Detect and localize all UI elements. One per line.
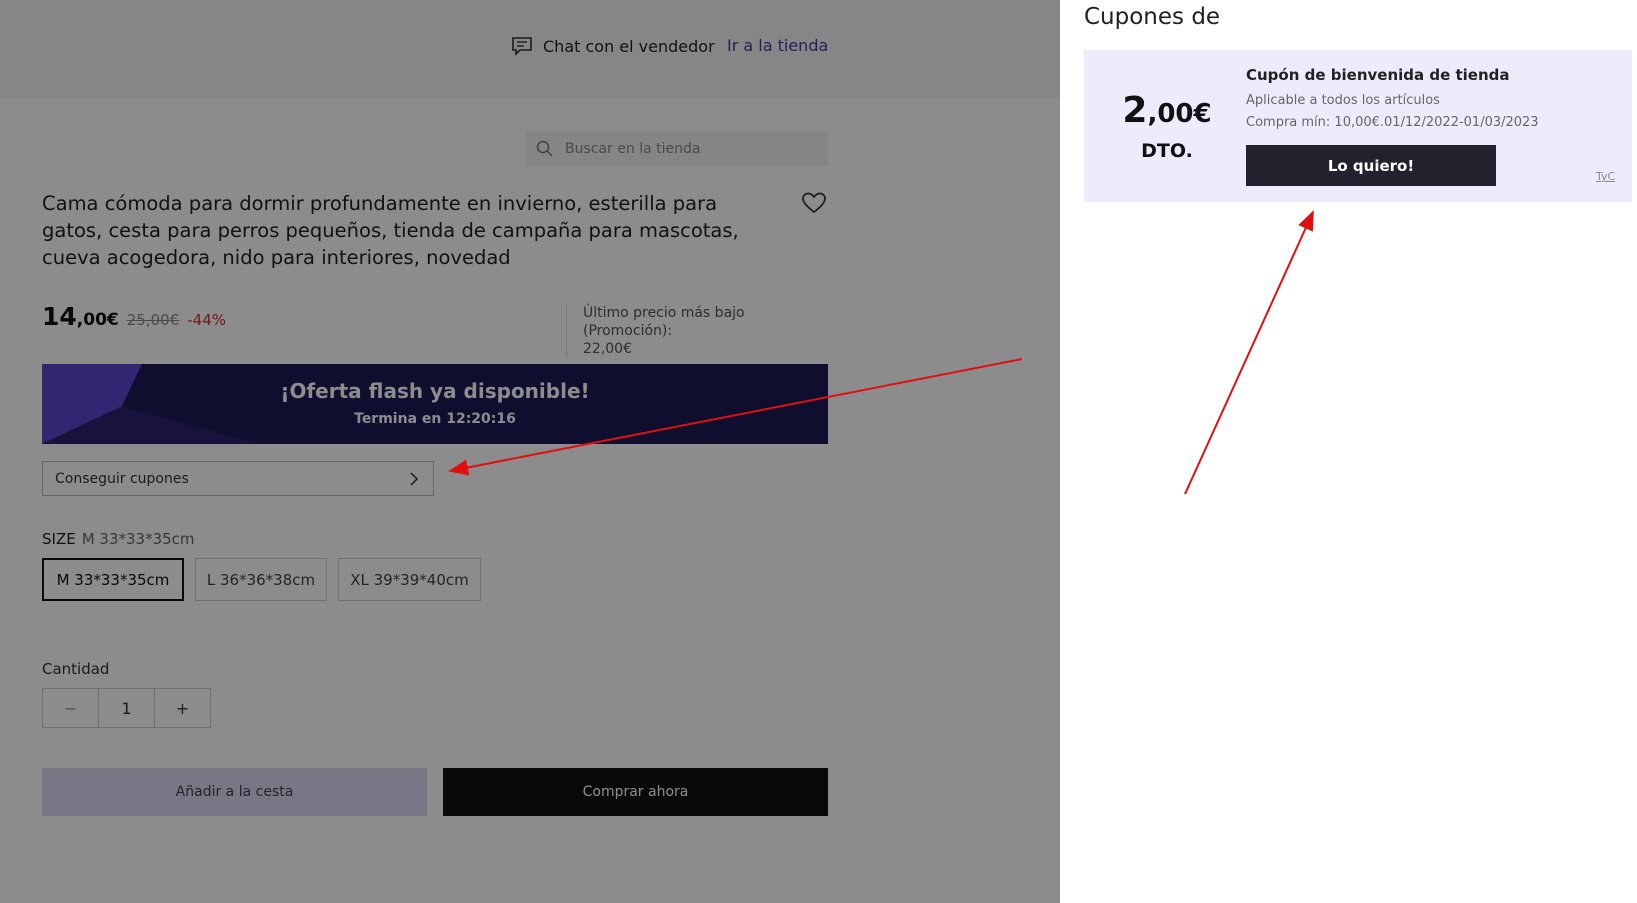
claim-coupon-button[interactable]: Lo quiero! <box>1246 145 1496 186</box>
coupon-min-purchase: Compra mín: 10,00€.01/12/2022-01/03/2023 <box>1246 115 1539 130</box>
drawer-title: Cupones de <box>1084 4 1221 30</box>
terms-link[interactable]: TyC <box>1596 170 1615 183</box>
product-page: Chat con el vendedor Ir a la tienda Busc… <box>0 0 1060 903</box>
coupons-drawer: Cupones de 2,00€ DTO. Cupón de bienvenid… <box>1060 0 1637 903</box>
coupon-card: 2,00€ DTO. Cupón de bienvenida de tienda… <box>1084 50 1632 202</box>
coupon-applicability: Aplicable a todos los artículos <box>1246 93 1440 108</box>
coupon-name: Cupón de bienvenida de tienda <box>1246 66 1510 84</box>
coupon-amount-integer: 2 <box>1122 90 1148 131</box>
coupon-amount-decimal: ,00€ <box>1147 99 1212 129</box>
coupon-discount-label: DTO. <box>1141 140 1193 162</box>
coupon-amount: 2,00€ <box>1084 90 1250 131</box>
modal-backdrop[interactable] <box>0 0 1060 903</box>
